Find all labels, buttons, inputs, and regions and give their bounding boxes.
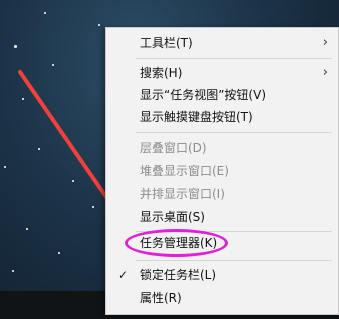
menu-item-show-desktop[interactable]: 显示桌面(S) [106,207,338,227]
menu-separator [136,132,332,133]
menu-item-stack-windows[interactable]: 堆叠显示窗口(E) [106,161,338,181]
menu-item-label: 显示桌面(S) [140,210,205,224]
menu-item-show-task-view-button[interactable]: 显示“任务视图”按钮(V) [106,85,338,105]
menu-item-side-by-side-windows[interactable]: 并排显示窗口(I) [106,184,338,204]
chevron-right-icon: › [322,35,328,50]
menu-item-label: 工具栏(T) [140,36,193,50]
menu-item-label: 显示“任务视图”按钮(V) [140,88,267,102]
menu-item-properties[interactable]: 属性(R) [106,288,338,308]
menu-item-lock-taskbar[interactable]: ✓ 锁定任务栏(L) [106,265,338,285]
taskbar-context-menu: 工具栏(T) › 搜索(H) › 显示“任务视图”按钮(V) 显示触摸键盘按钮(… [105,27,339,315]
menu-item-cascade-windows[interactable]: 层叠窗口(D) [106,138,338,158]
menu-separator [136,58,332,59]
menu-item-label: 锁定任务栏(L) [140,268,217,282]
menu-item-label: 堆叠显示窗口(E) [140,164,229,178]
menu-item-label: 并排显示窗口(I) [140,187,225,201]
highlight-ellipse [125,229,228,257]
menu-item-label: 属性(R) [140,291,182,305]
chevron-right-icon: › [322,65,328,80]
menu-item-show-touch-keyboard-button[interactable]: 显示触摸键盘按钮(T) [106,107,338,127]
menu-item-label: 显示触摸键盘按钮(T) [140,110,253,124]
checkmark-icon: ✓ [118,268,129,282]
menu-item-toolbars[interactable]: 工具栏(T) › [106,33,338,53]
menu-item-label: 搜索(H) [140,66,183,80]
menu-separator [136,260,332,261]
menu-item-search[interactable]: 搜索(H) › [106,63,338,83]
menu-item-label: 层叠窗口(D) [140,141,207,155]
